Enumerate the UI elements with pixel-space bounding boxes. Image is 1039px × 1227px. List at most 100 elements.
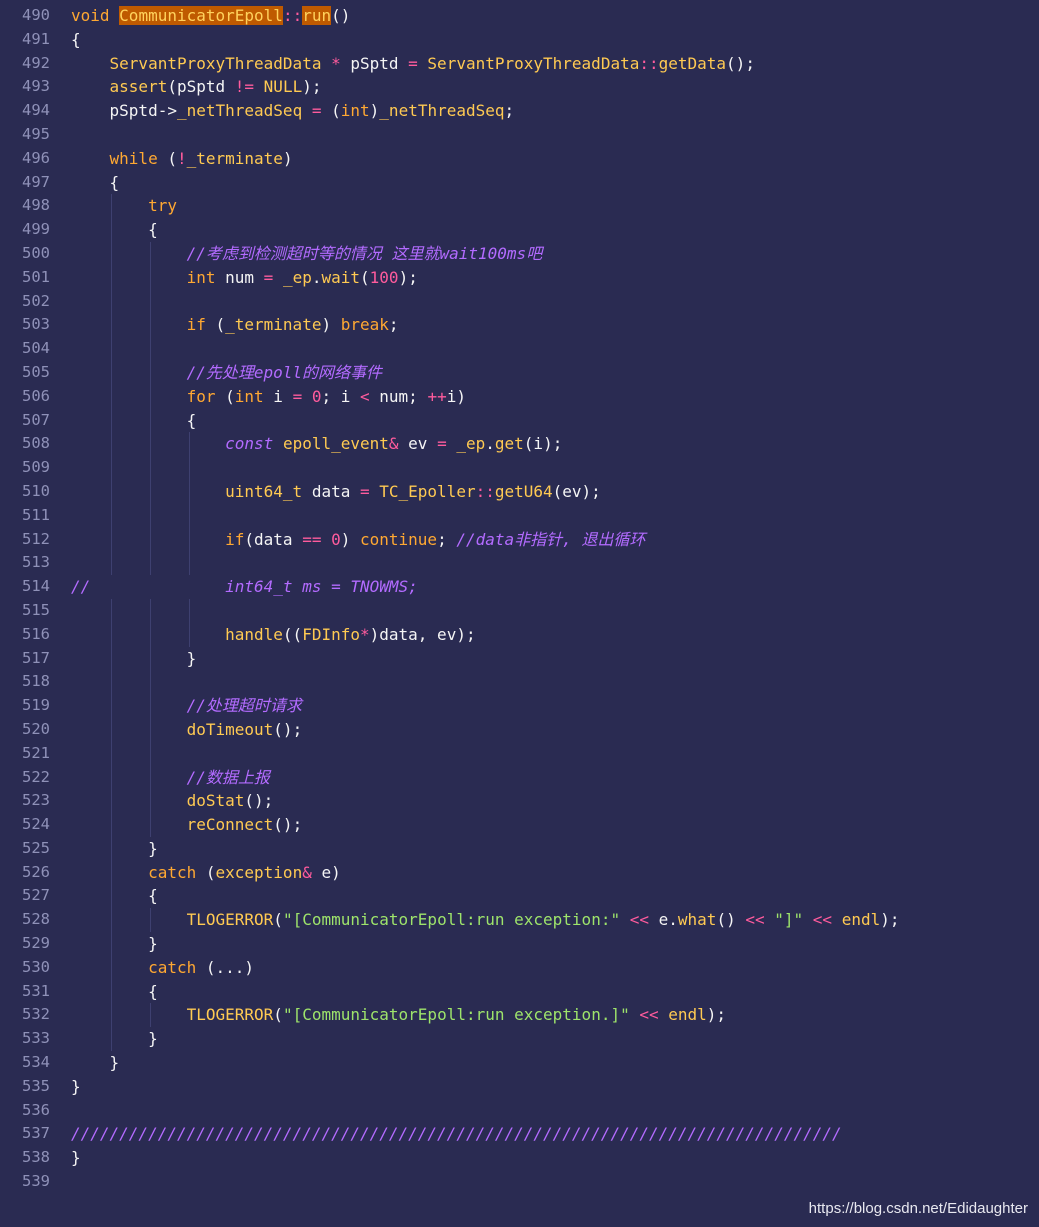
code-token: num;: [379, 386, 428, 406]
line-number: 499: [22, 220, 50, 239]
code-line[interactable]: 527 {: [0, 884, 1039, 909]
code-token: const: [225, 434, 274, 454]
code-line[interactable]: 490 void CommunicatorEpoll::run(): [0, 4, 1039, 28]
code-line[interactable]: 495: [0, 123, 1039, 147]
code-line[interactable]: 512 if(data == 0) continue; //data非指针, 退…: [0, 527, 1039, 552]
code-line[interactable]: 492 ServantProxyThreadData * pSptd = Ser…: [0, 52, 1039, 76]
code-line[interactable]: 504: [0, 337, 1039, 361]
code-token: ((: [282, 624, 303, 644]
line-number: 494: [22, 101, 50, 120]
code-line[interactable]: 493 assert(pSptd != NULL);: [0, 75, 1039, 99]
code-line[interactable]: 497 {: [0, 171, 1039, 195]
code-line[interactable]: 500 //考虑到检测超时等的情况 这里就wait100ms吧: [0, 241, 1039, 266]
code-token: (pSptd: [167, 77, 235, 97]
code-line[interactable]: 538}: [0, 1146, 1039, 1170]
code-token: ): [282, 148, 293, 168]
code-text: {: [71, 980, 158, 1004]
line-number: 497: [22, 172, 50, 191]
code-token: (: [157, 148, 177, 168]
line-number: 502: [22, 291, 50, 310]
code-line[interactable]: 491 {: [0, 28, 1039, 52]
code-line[interactable]: 536: [0, 1099, 1039, 1123]
code-editor[interactable]: 490 void CommunicatorEpoll::run() 491{492 …: [0, 4, 1039, 1194]
code-line[interactable]: 506 for (int i = 0; i < num; ++i): [0, 384, 1039, 409]
line-number: 512: [22, 529, 50, 548]
code-token: !: [176, 148, 187, 168]
indent-guide: [111, 337, 112, 361]
code-line[interactable]: 531 {: [0, 979, 1039, 1004]
code-text: }: [71, 1146, 81, 1170]
line-number: 533: [22, 1029, 50, 1048]
code-token: ): [321, 315, 341, 335]
code-token: )data, ev);: [369, 624, 476, 644]
code-line[interactable]: 532 TLOGERROR("[CommunicatorEpoll:run ex…: [0, 1003, 1039, 1028]
code-line[interactable]: 516 handle((FDInfo*)data, ev);: [0, 622, 1039, 647]
code-text: }: [71, 837, 158, 861]
code-line[interactable]: 514 // int64_t ms = TNOWMS;: [0, 575, 1039, 599]
code-line[interactable]: 505 //先处理epoll的网络事件: [0, 360, 1039, 385]
code-line[interactable]: 524 reConnect();: [0, 813, 1039, 837]
code-line[interactable]: 522 //数据上报: [0, 765, 1039, 790]
code-text: while (!_terminate): [71, 147, 293, 171]
code-line[interactable]: 499 {: [0, 218, 1039, 242]
code-line[interactable]: 503 if (_terminate) break;: [0, 313, 1039, 338]
code-token: TLOGERROR: [186, 1005, 274, 1025]
code-token: (: [273, 1005, 283, 1025]
line-number: 510: [22, 481, 50, 500]
indent-guide: [111, 741, 112, 766]
line-number: 517: [22, 648, 50, 667]
code-line[interactable]: 515: [0, 598, 1039, 623]
code-line[interactable]: 539: [0, 1170, 1039, 1194]
code-line[interactable]: 513: [0, 551, 1039, 576]
code-line[interactable]: 507 {: [0, 408, 1039, 433]
indent-guide: [150, 670, 151, 695]
code-line[interactable]: 529 }: [0, 932, 1039, 956]
code-line[interactable]: 496 while (!_terminate): [0, 147, 1039, 171]
line-number: 529: [22, 934, 50, 953]
code-line[interactable]: 530 catch (...): [0, 955, 1039, 980]
code-line[interactable]: 494 pSptd->_netThreadSeq = (int)_netThre…: [0, 99, 1039, 123]
code-line[interactable]: 518: [0, 670, 1039, 695]
line-number: 509: [22, 458, 50, 477]
indent-guide: [111, 598, 112, 623]
code-line[interactable]: 511: [0, 503, 1039, 528]
code-line[interactable]: 521: [0, 741, 1039, 766]
line-number: 528: [22, 910, 50, 929]
code-line[interactable]: 509: [0, 456, 1039, 480]
code-token: //处理超时请求: [186, 696, 302, 716]
code-line[interactable]: 526 catch (exception& e): [0, 860, 1039, 885]
code-line[interactable]: 502: [0, 289, 1039, 314]
code-token: <: [360, 386, 380, 406]
code-text: catch (...): [71, 956, 254, 980]
code-line[interactable]: 537 /////////////////////////////////////…: [0, 1122, 1039, 1146]
code-line[interactable]: 519 //处理超时请求: [0, 694, 1039, 718]
code-text: for (int i = 0; i < num; ++i): [71, 385, 466, 409]
line-number: 525: [22, 838, 50, 857]
code-line[interactable]: 534 }: [0, 1051, 1039, 1075]
code-line[interactable]: 525 }: [0, 836, 1039, 861]
code-token: get: [494, 434, 524, 454]
code-line[interactable]: 533 }: [0, 1027, 1039, 1052]
line-number: 503: [22, 315, 50, 334]
code-line[interactable]: 517 }: [0, 646, 1039, 671]
code-line[interactable]: 510 uint64_t data = TC_Epoller::getU64(e…: [0, 479, 1039, 504]
code-text: {: [71, 218, 158, 242]
code-token: .: [485, 434, 495, 454]
code-line[interactable]: 501 int num = _ep.wait(100);: [0, 265, 1039, 290]
code-line[interactable]: 523 doStat();: [0, 789, 1039, 814]
code-line[interactable]: 535}: [0, 1075, 1039, 1099]
code-line[interactable]: 508 const epoll_event& ev = _ep.get(i);: [0, 432, 1039, 457]
code-line[interactable]: 498 try: [0, 194, 1039, 219]
line-number: 498: [22, 196, 50, 215]
line-number: 539: [22, 1172, 50, 1191]
code-token: =: [359, 481, 380, 501]
code-line[interactable]: 520 doTimeout();: [0, 717, 1039, 742]
code-text: handle((FDInfo*)data, ev);: [71, 623, 476, 647]
code-line[interactable]: 528 TLOGERROR("[CommunicatorEpoll:run ex…: [0, 908, 1039, 933]
